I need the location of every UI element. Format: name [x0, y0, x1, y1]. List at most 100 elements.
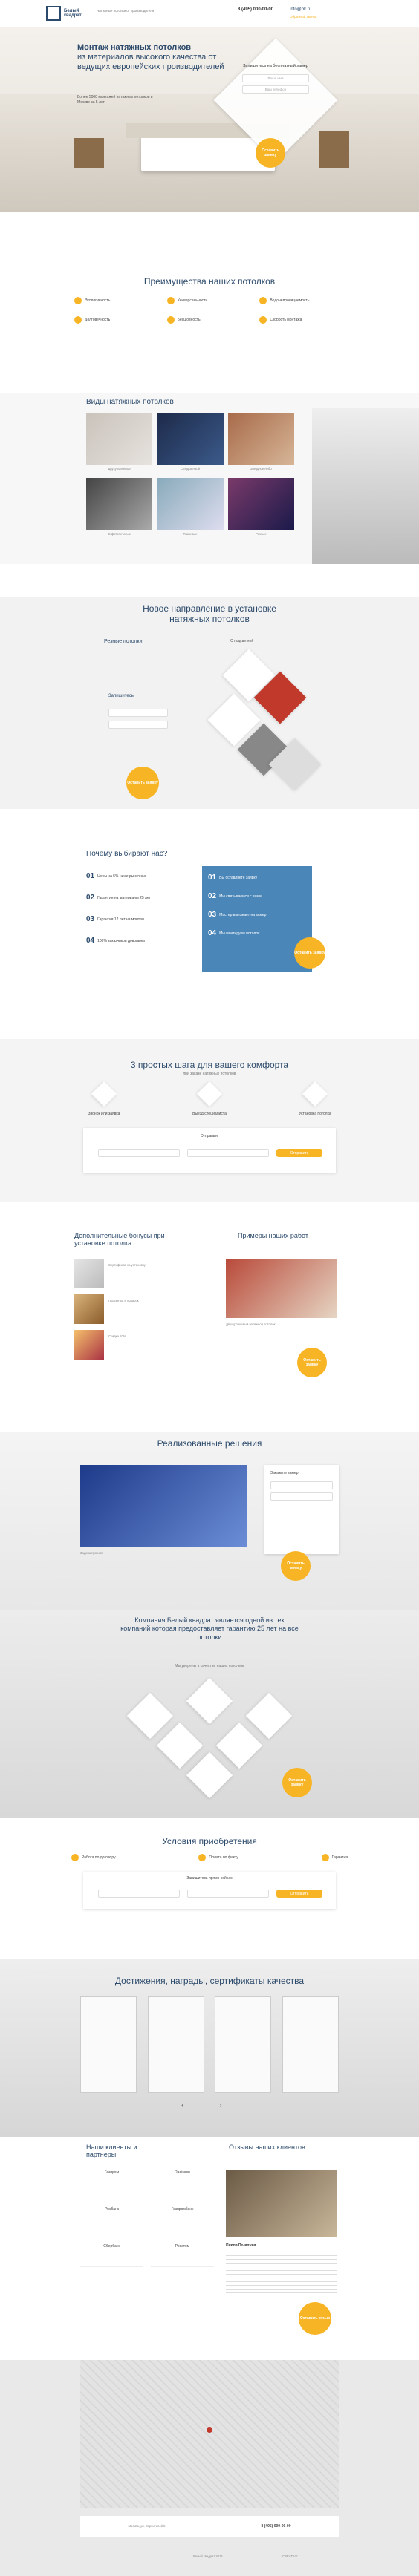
solutions-cta-button[interactable]: Оставить заявку — [281, 1551, 311, 1581]
prev-arrow-icon[interactable]: ‹ — [181, 2102, 183, 2108]
advantage-item: Долговечность — [74, 316, 160, 324]
calendar-icon — [245, 1692, 293, 1740]
solution-image — [80, 1465, 247, 1547]
type-card[interactable]: Звездное небо — [227, 413, 294, 471]
why-us: Почему выбирают нас? 01 Цены на 5% ниже р… — [0, 850, 419, 972]
hero-bedroom-image — [0, 94, 419, 212]
why-left-item: 02 Гарантия на материалы 25 лет — [86, 894, 151, 902]
wallet-icon — [198, 1854, 207, 1861]
bonus-item: Скидка 10% — [74, 1330, 193, 1360]
contract-icon — [71, 1854, 79, 1861]
terms-cta-button[interactable]: Отправить — [276, 1890, 322, 1898]
client-logo: Газпромбанк — [151, 2207, 214, 2229]
why-left-item: 01 Цены на 5% ниже рыночных — [86, 872, 147, 880]
new-direction: Новое направление в установке натяжных п… — [0, 597, 419, 809]
terms-name-input[interactable] — [98, 1890, 180, 1898]
steps-title: 3 простых шага для вашего комфорта — [130, 1060, 289, 1070]
bonus-item: Подсветка в подарок — [74, 1294, 193, 1324]
type-card[interactable]: Резные — [227, 478, 294, 536]
logo[interactable] — [46, 6, 61, 21]
worker-image — [312, 408, 419, 564]
steps-form-title: Отправьте — [200, 1134, 219, 1138]
next-arrow-icon[interactable]: › — [220, 2102, 222, 2108]
certificates-row — [80, 1996, 339, 2093]
advantages: Преимущества наших потолков Экологичност… — [0, 223, 419, 341]
step-item: Звонок или заявка — [67, 1081, 141, 1116]
guarantee-cta-button[interactable]: Оставить заявку — [282, 1768, 312, 1797]
type-card[interactable]: С фотопечатью — [86, 478, 153, 536]
advantage-item: Скорость монтажа — [259, 316, 345, 324]
grid-icon — [166, 297, 175, 304]
terms: Условия приобретения Работа по договору … — [0, 1833, 419, 1922]
review-text — [226, 2252, 337, 2296]
review-name: Ирина Пузанова — [226, 2243, 256, 2247]
newdir-cta-button[interactable]: Оставить заявку — [126, 767, 159, 799]
solutions-name-input[interactable] — [270, 1481, 333, 1489]
certificate[interactable] — [282, 1996, 339, 2093]
guarantee: Компания Белый квадрат является одной из… — [0, 1610, 419, 1818]
review-cta-button[interactable]: Оставить отзыв — [299, 2302, 331, 2335]
examples-cta-button[interactable]: Оставить заявку — [297, 1348, 327, 1377]
client-logo: Radisson — [151, 2170, 214, 2192]
steps-subtitle: при заказе натяжных потолков — [183, 1072, 236, 1076]
footer-developer: CREATIVE — [282, 2554, 298, 2558]
cup-icon — [186, 1677, 233, 1725]
client-logo: Сбербанк — [80, 2244, 143, 2267]
steps-cta-button[interactable]: Отправить — [276, 1149, 322, 1157]
step-item: Установка потолка — [278, 1081, 352, 1116]
types-title: Виды натяжных потолков — [86, 398, 174, 406]
drop-icon — [259, 297, 267, 304]
hero: Монтаж натяжных потолков из материалов в… — [0, 27, 419, 212]
type-card[interactable]: С подсветкой — [157, 413, 224, 471]
why-cta-button[interactable]: Оставить заявку — [294, 937, 325, 969]
logo-text: Белый квадрат — [64, 9, 82, 18]
awards: Достижения, награды, сертификаты качеств… — [0, 1959, 419, 2137]
solutions-form: Закажите замер — [264, 1465, 339, 1554]
newdir-tag: Резные потолки — [104, 639, 143, 644]
steps-name-input[interactable] — [98, 1149, 180, 1157]
steps-phone-input[interactable] — [187, 1149, 269, 1157]
footer-phone[interactable]: 8 (495) 000-00-00 — [261, 2524, 290, 2529]
type-card[interactable]: Двухуровневые — [86, 413, 153, 471]
header-email[interactable]: info@bk.ru — [290, 7, 311, 12]
header-phone[interactable]: 8 (495) 000-00-00 — [238, 7, 273, 12]
certificate[interactable] — [147, 1996, 204, 2093]
advantage-item: Универсальность — [166, 297, 253, 304]
newdir-name-input[interactable] — [108, 709, 168, 717]
hero-title-rest: из материалов высокого качества от ведущ… — [77, 53, 224, 72]
reviews-title: Отзывы наших клиентов — [229, 2143, 305, 2151]
name-input[interactable]: Ваше имя — [242, 74, 309, 82]
callback-button[interactable]: Обратный звонок — [290, 15, 316, 19]
doc-icon — [126, 1692, 174, 1740]
tagline: Натяжные потолки от производителя — [97, 9, 155, 13]
why-right-item: 03 Мастер выезжает на замер — [208, 911, 267, 919]
steps-row: Звонок или заявка Выезд специалиста Уста… — [67, 1081, 352, 1116]
ceiling-types: Виды натяжных потолков Двухуровневые С п… — [0, 393, 419, 564]
certificate[interactable] — [215, 1996, 272, 2093]
advantage-item: Бесшовность — [166, 316, 253, 324]
terms-title: Условия приобретения — [162, 1836, 257, 1846]
type-card[interactable]: Тканевые — [157, 478, 224, 536]
client-logo: Росбанк — [80, 2207, 143, 2229]
map[interactable] — [80, 2360, 339, 2508]
examples-title: Примеры наших работ — [238, 1232, 308, 1239]
hero-lead: Более 5000 монтажей натяжных потолков в … — [77, 95, 153, 105]
solutions-phone-input[interactable] — [270, 1492, 333, 1501]
bonus-and-examples: Дополнительные бонусы при установке пото… — [0, 1217, 419, 1410]
terms-phone-input[interactable] — [187, 1890, 269, 1898]
guarantee-title: Компания Белый квадрат является одной из… — [120, 1616, 299, 1641]
terms-item: Гарантия — [321, 1854, 348, 1861]
bonus-title: Дополнительные бонусы при установке пото… — [74, 1232, 165, 1247]
hero-form: Запишитесь на бесплатный замер Ваше имя … — [242, 64, 309, 94]
step-item: Выезд специалиста — [172, 1081, 247, 1116]
hero-cta-button[interactable]: Оставить заявку — [256, 138, 285, 168]
why-left-item: 04 100% заказчиков довольны — [86, 937, 145, 945]
certificate[interactable] — [80, 1996, 137, 2093]
hero-form-title: Запишитесь на бесплатный замер — [243, 64, 308, 68]
newdir-phone-input[interactable] — [108, 721, 168, 729]
bonus-item: Сертификат на установку — [74, 1259, 193, 1288]
map-footer: Москва, ул. Строителей 5 8 (495) 000-00-… — [0, 2360, 419, 2576]
clients-and-reviews: Наши клиенты и партнеры Газпром Radisson… — [0, 2137, 419, 2360]
phone-input[interactable]: Ваш телефон — [242, 85, 309, 94]
newdir-title: Новое направление в установке натяжных п… — [143, 603, 276, 624]
